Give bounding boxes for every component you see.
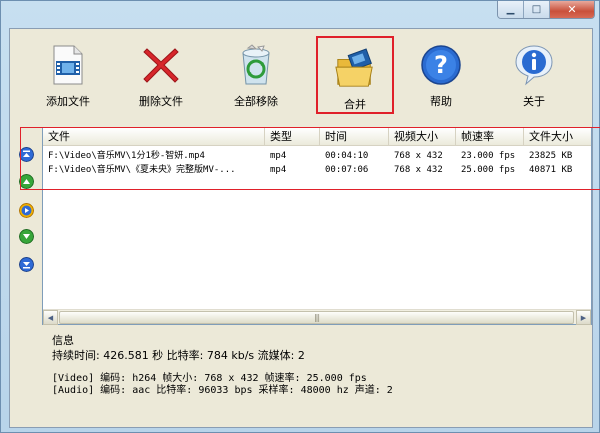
remove-all-label: 全部移除 xyxy=(234,95,278,108)
cell-video-size: 768 x 432 xyxy=(394,165,443,175)
list-header: 文件 类型 时间 视频大小 帧速率 文件大小 xyxy=(43,128,591,146)
merge-button[interactable]: 合并 xyxy=(316,36,394,114)
scroll-thumb[interactable]: ||| xyxy=(59,311,574,324)
scroll-right-button[interactable]: ▶ xyxy=(576,310,591,325)
cell-time: 00:04:10 xyxy=(325,151,369,161)
close-button[interactable]: ✕ xyxy=(550,1,594,18)
window-controls: ▁ □ ✕ xyxy=(497,1,595,19)
minimize-button[interactable]: ▁ xyxy=(498,1,524,18)
info-panel: 信息 持续时间: 426.581 秒 比特率: 784 kb/s 流媒体: 2 … xyxy=(42,329,592,399)
column-header-type[interactable]: 类型 xyxy=(265,128,320,146)
maximize-button[interactable]: □ xyxy=(524,1,550,18)
client-area: 添加文件 删除文件 全部移除 合并 ? 帮助 关于 文件 类型 时间 视频大小 … xyxy=(9,28,593,428)
help-icon: ? xyxy=(421,45,461,85)
delete-file-button[interactable]: 删除文件 xyxy=(123,31,199,111)
move-top-icon[interactable] xyxy=(19,147,34,162)
cell-frame-rate: 25.000 fps xyxy=(461,165,516,175)
info-icon xyxy=(515,45,553,86)
move-bottom-icon[interactable] xyxy=(19,257,34,272)
column-header-video-size[interactable]: 视频大小 xyxy=(389,128,456,146)
about-label: 关于 xyxy=(523,95,545,108)
move-up-icon[interactable] xyxy=(19,174,34,189)
help-label: 帮助 xyxy=(430,95,452,108)
column-header-file[interactable]: 文件 xyxy=(43,128,265,146)
folder-film-icon xyxy=(335,48,373,87)
cell-file-size: 23825 KB xyxy=(529,151,573,161)
horizontal-scrollbar[interactable]: ◀ ||| ▶ xyxy=(43,309,591,325)
add-file-label: 添加文件 xyxy=(46,95,90,108)
cell-file: F:\Video\音乐MV\1分1秒-智妍.mp4 xyxy=(48,151,205,161)
info-summary: 持续时间: 426.581 秒 比特率: 784 kb/s 流媒体: 2 xyxy=(52,349,305,362)
recycle-bin-icon xyxy=(242,44,270,85)
toolbar: 添加文件 删除文件 全部移除 合并 ? 帮助 关于 xyxy=(10,29,592,115)
file-list: 文件 类型 时间 视频大小 帧速率 文件大小 F:\Video\音乐MV\1分1… xyxy=(42,127,592,325)
column-header-time[interactable]: 时间 xyxy=(320,128,389,146)
film-add-icon xyxy=(53,45,83,85)
cell-file-size: 40871 KB xyxy=(529,165,573,175)
cell-file: F:\Video\音乐MV\《夏未央》完整版MV-... xyxy=(48,165,236,175)
cell-time: 00:07:06 xyxy=(325,165,369,175)
delete-file-label: 删除文件 xyxy=(139,95,183,108)
help-button[interactable]: ? 帮助 xyxy=(403,31,479,111)
remove-all-button[interactable]: 全部移除 xyxy=(218,31,294,111)
svg-text:?: ? xyxy=(434,51,448,79)
title-bar: ▁ □ ✕ xyxy=(1,1,599,21)
column-header-frame-rate[interactable]: 帧速率 xyxy=(456,128,524,146)
scroll-left-button[interactable]: ◀ xyxy=(43,310,58,325)
merge-label: 合并 xyxy=(344,98,366,111)
play-icon[interactable] xyxy=(19,203,34,218)
app-window: ▁ □ ✕ 添加文件 删除文件 全部移除 合并 ? 帮助 关于 文件 类型 时间… xyxy=(0,0,600,433)
cell-video-size: 768 x 432 xyxy=(394,151,443,161)
column-header-file-size[interactable]: 文件大小 xyxy=(524,128,591,146)
info-title: 信息 xyxy=(52,334,74,347)
red-x-icon xyxy=(143,48,179,83)
about-button[interactable]: 关于 xyxy=(496,31,572,111)
add-file-button[interactable]: 添加文件 xyxy=(30,31,106,111)
table-row[interactable]: F:\Video\音乐MV\《夏未央》完整版MV-... mp4 00:07:0… xyxy=(43,163,591,177)
info-audio: [Audio] 编码: aac 比特率: 96033 bps 采样率: 4800… xyxy=(52,385,393,396)
table-row[interactable]: F:\Video\音乐MV\1分1秒-智妍.mp4 mp4 00:04:10 7… xyxy=(43,149,591,163)
move-down-icon[interactable] xyxy=(19,229,34,244)
cell-type: mp4 xyxy=(270,151,287,161)
cell-type: mp4 xyxy=(270,165,287,175)
cell-frame-rate: 23.000 fps xyxy=(461,151,516,161)
